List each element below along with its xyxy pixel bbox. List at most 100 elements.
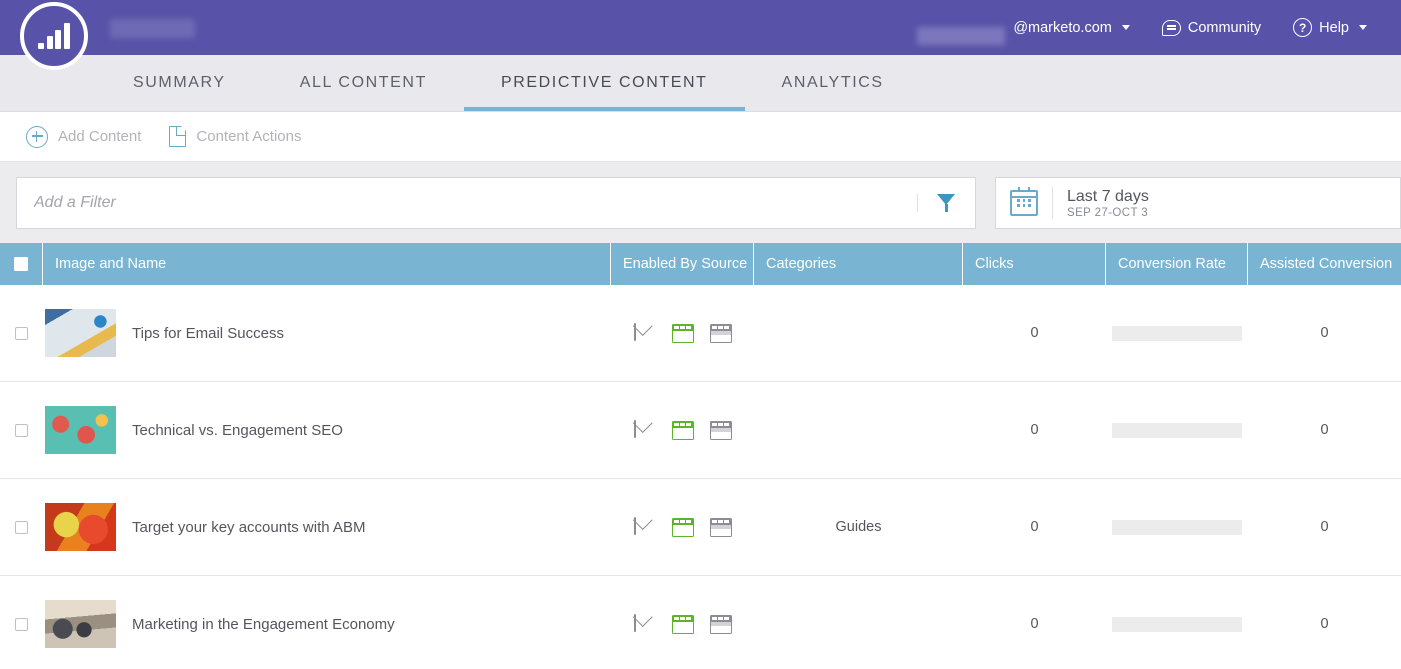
row-checkbox[interactable] [15,520,28,534]
content-toolbar: Add Content Content Actions [0,112,1401,162]
column-header-assisted-conversion[interactable]: Assisted Conversion [1248,243,1401,285]
column-label: Conversion Rate [1118,256,1226,272]
conversion-rate-bar [1112,519,1242,535]
tab-label: ALL CONTENT [299,74,427,91]
account-menu[interactable]: @marketo.com [917,19,1146,45]
dialog-icon[interactable] [709,517,732,537]
row-name-cell: Technical vs. Engagement SEO [43,382,611,479]
add-content-label: Add Content [58,128,142,145]
row-assisted-conversion-cell: 0 [1320,519,1329,535]
row-select-cell[interactable] [0,576,43,669]
tab-analytics[interactable]: ANALYTICS [745,55,921,111]
table-row[interactable]: Target your key accounts with ABM Guides… [0,479,1401,576]
column-header-clicks[interactable]: Clicks [963,243,1106,285]
content-name[interactable]: Technical vs. Engagement SEO [132,422,343,439]
dialog-icon[interactable] [709,323,732,343]
conversion-rate-bar [1112,616,1242,632]
content-thumbnail [45,600,116,648]
tab-all-content[interactable]: ALL CONTENT [263,55,464,111]
row-conversion-rate-cell [1106,479,1248,576]
content-name[interactable]: Tips for Email Success [132,325,284,342]
column-header-categories[interactable]: Categories [754,243,963,285]
row-name-cell: Marketing in the Engagement Economy [43,576,611,669]
row-sources-cell [611,479,754,576]
filter-input[interactable] [17,194,917,212]
row-categories-cell: Guides [835,519,882,535]
row-sources-cell [611,285,754,382]
filter-box [16,177,976,229]
content-actions-button[interactable]: Content Actions [155,125,315,147]
table-header-row: Image and Name Enabled By Source Categor… [0,243,1401,285]
row-select-cell[interactable] [0,479,43,576]
web-page-icon[interactable] [671,323,694,343]
add-content-button[interactable]: Add Content [12,125,155,148]
tab-predictive-content[interactable]: PREDICTIVE CONTENT [463,55,745,111]
email-icon[interactable] [633,613,656,634]
table-row[interactable]: Technical vs. Engagement SEO 0 0 [0,382,1401,479]
help-menu[interactable]: ? Help [1277,18,1383,37]
web-page-icon[interactable] [671,420,694,440]
date-range-text: Last 7 days SEP 27-OCT 3 [1067,188,1149,219]
column-header-enabled-by-source[interactable]: Enabled By Source [611,243,754,285]
tab-label: SUMMARY [133,74,226,91]
table-row[interactable]: Marketing in the Engagement Economy 0 0 [0,576,1401,669]
community-link[interactable]: Community [1146,19,1277,36]
date-range-sublabel: SEP 27-OCT 3 [1067,206,1149,219]
row-checkbox[interactable] [15,617,28,631]
dialog-icon[interactable] [709,614,732,634]
dialog-icon[interactable] [709,420,732,440]
date-range-label: Last 7 days [1067,187,1149,205]
app-logo[interactable] [20,2,88,70]
row-assisted-conversion-cell: 0 [1320,325,1329,341]
row-select-cell[interactable] [0,285,43,382]
row-sources-cell [611,576,754,669]
account-domain-label: @marketo.com [1013,19,1112,36]
tab-label: PREDICTIVE CONTENT [500,74,708,91]
email-icon[interactable] [633,516,656,537]
table-row[interactable]: Tips for Email Success 0 0 [0,285,1401,382]
help-label: Help [1319,19,1349,36]
filter-bar: Last 7 days SEP 27-OCT 3 [0,162,1401,243]
row-conversion-rate-cell [1106,576,1248,669]
row-categories-cell [754,382,963,479]
column-header-image-and-name[interactable]: Image and Name [43,243,611,285]
tab-label: ANALYTICS [781,74,884,91]
email-icon[interactable] [633,419,656,440]
filter-icon [937,194,956,212]
row-clicks-cell: 0 [1030,519,1039,535]
row-clicks-cell: 0 [1030,422,1039,438]
tab-summary[interactable]: SUMMARY [96,55,263,111]
select-all-header[interactable] [0,243,43,285]
row-name-cell: Tips for Email Success [43,285,611,382]
column-header-conversion-rate[interactable]: Conversion Rate [1106,243,1248,285]
filter-funnel-button[interactable] [917,194,975,212]
row-conversion-rate-cell [1106,285,1248,382]
web-page-icon[interactable] [671,614,694,634]
row-categories-cell [754,576,963,669]
chevron-down-icon [1121,25,1130,30]
content-name[interactable]: Target your key accounts with ABM [132,519,365,536]
row-categories-cell [754,285,963,382]
row-sources-cell [611,382,754,479]
row-select-cell[interactable] [0,382,43,479]
row-checkbox[interactable] [15,423,28,437]
calendar-icon [1010,187,1038,216]
redacted-workspace-name [110,19,195,38]
web-page-icon[interactable] [671,517,694,537]
row-assisted-conversion-cell: 0 [1320,422,1329,438]
select-all-checkbox[interactable] [14,257,28,271]
row-clicks-cell: 0 [1030,325,1039,341]
row-checkbox[interactable] [15,326,28,340]
logo-circle [20,2,88,70]
content-thumbnail [45,309,116,357]
chevron-down-icon [1359,25,1367,30]
conversion-rate-bar [1112,325,1242,341]
content-name[interactable]: Marketing in the Engagement Economy [132,616,395,633]
conversion-rate-bar [1112,422,1242,438]
content-thumbnail [45,503,116,551]
bar-chart-icon [38,23,70,49]
date-range-picker[interactable]: Last 7 days SEP 27-OCT 3 [995,177,1401,229]
question-mark-icon: ? [1293,18,1313,37]
email-icon[interactable] [633,322,656,343]
content-table: Image and Name Enabled By Source Categor… [0,243,1401,669]
